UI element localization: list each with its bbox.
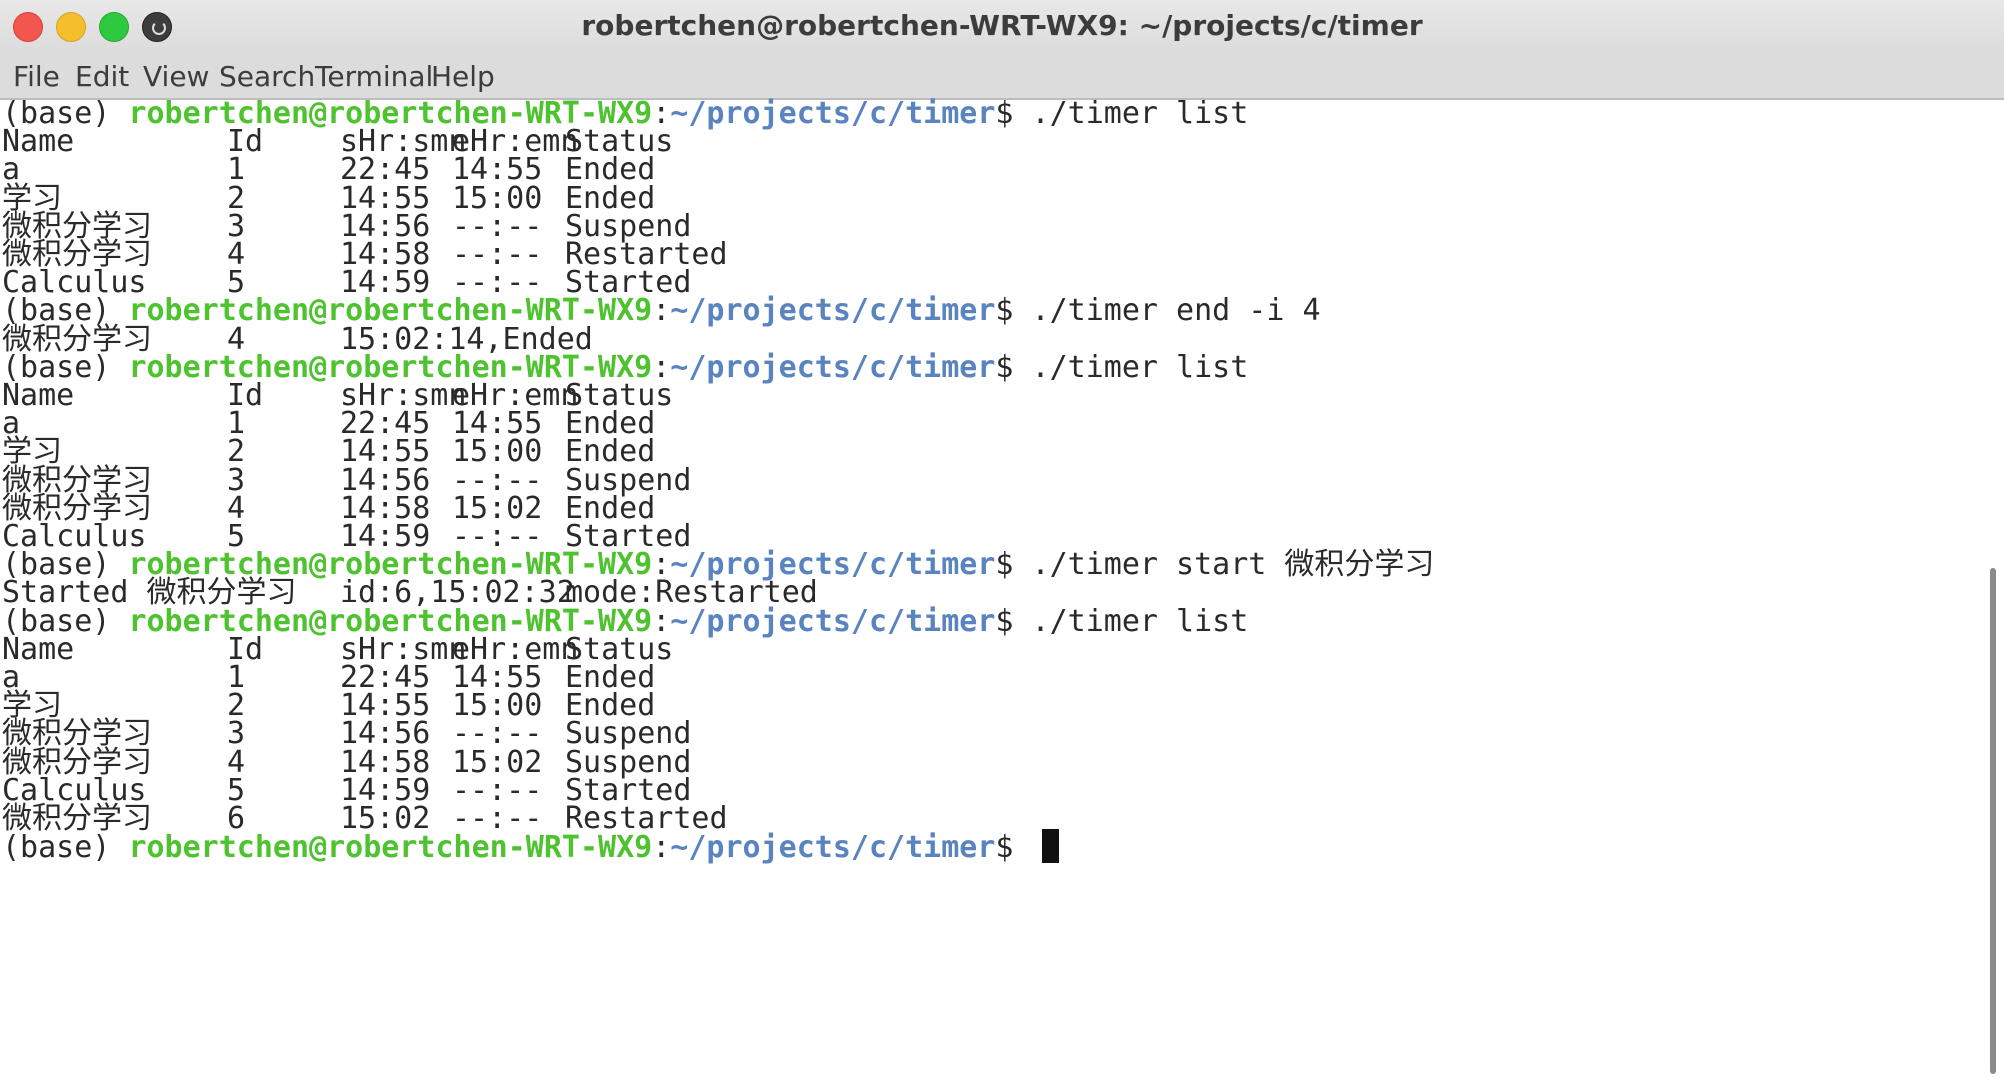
menu-terminal[interactable]: Terminal — [315, 52, 433, 98]
menu-file[interactable]: File — [13, 52, 60, 98]
menu-edit[interactable]: Edit — [75, 52, 129, 98]
prompt-path: ~/projects/c/timer — [670, 96, 996, 131]
command-text: ./timer list — [1031, 603, 1249, 639]
command-text: ./timer start 微积分学习 — [1031, 547, 1435, 583]
prompt-symbol: $ — [995, 96, 1014, 131]
menu-view[interactable]: View — [143, 52, 209, 98]
scrollbar-thumb[interactable] — [1990, 568, 1996, 1074]
prompt-colon: : — [652, 830, 671, 866]
command-text: ./timer end -i 4 — [1031, 293, 1321, 329]
menu-search[interactable]: Search — [219, 52, 315, 98]
prompt-user-host: robertchen@robertchen-WRT-WX9 — [128, 830, 653, 866]
prompt-colon: : — [652, 293, 671, 329]
terminal-window: robertchen@robertchen-WRT-WX9: ~/project… — [0, 0, 2004, 1078]
command-text: ./timer list — [1031, 96, 1249, 131]
prompt-path: ~/projects/c/timer — [670, 830, 996, 866]
window-title: robertchen@robertchen-WRT-WX9: ~/project… — [581, 9, 1423, 42]
title-bar[interactable]: robertchen@robertchen-WRT-WX9: ~/project… — [0, 0, 2004, 52]
prompt-path: ~/projects/c/timer — [670, 293, 996, 329]
prompt-symbol: $ — [995, 547, 1014, 583]
prompt-path: ~/projects/c/timer — [670, 349, 996, 385]
prompt-symbol: $ — [995, 603, 1014, 639]
command-text: ./timer list — [1031, 349, 1249, 385]
prompt-symbol: $ — [995, 293, 1014, 329]
prompt-symbol: $ — [995, 830, 1014, 866]
text-cursor — [1041, 829, 1059, 864]
menu-bar: File Edit View Search Terminal Help — [0, 52, 2004, 100]
terminal-output[interactable]: (base) robertchen@robertchen-WRT-WX9:~/p… — [0, 96, 1980, 1078]
prompt-env: (base) — [2, 830, 111, 866]
prompt-line: (base) robertchen@robertchen-WRT-WX9:~/p… — [2, 293, 1321, 329]
prompt-line: (base) robertchen@robertchen-WRT-WX9:~/p… — [2, 829, 1059, 865]
prompt-path: ~/projects/c/timer — [670, 603, 996, 639]
menu-help[interactable]: Help — [431, 52, 495, 98]
prompt-symbol: $ — [995, 349, 1014, 385]
